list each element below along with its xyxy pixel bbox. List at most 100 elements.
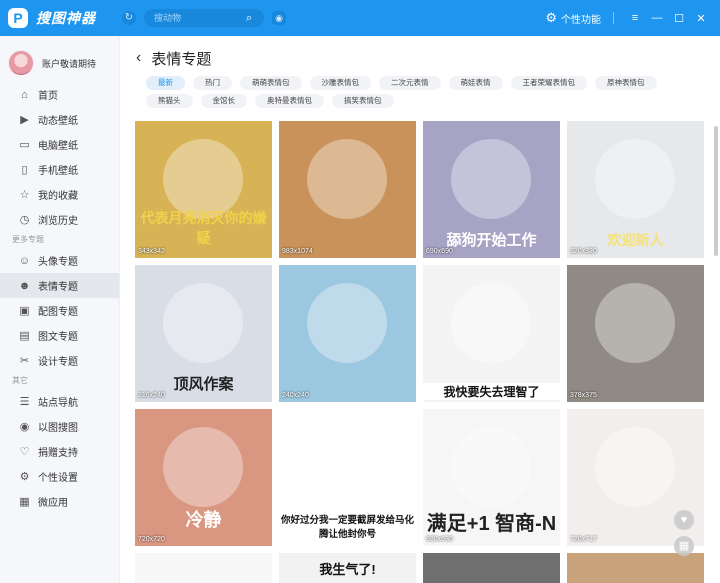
image-caption: 舔狗开始工作: [446, 232, 537, 249]
image-caption: 代表月亮消灭你的嫌疑: [140, 210, 267, 246]
sidebar-item-monitor[interactable]: ▭ 电脑壁纸: [0, 132, 119, 157]
sidebar-item-apps[interactable]: ▦ 微应用: [0, 489, 119, 514]
image-placeholder: [163, 427, 243, 507]
tag-1[interactable]: 热门: [193, 76, 232, 90]
maximize-button[interactable]: ☐: [668, 12, 690, 25]
tag-5[interactable]: 萌娃表情: [448, 76, 503, 90]
emoji-image-tile[interactable]: [567, 553, 704, 583]
search-input[interactable]: [154, 13, 246, 23]
emoji-image-tile[interactable]: 冷静 720x720: [135, 409, 272, 546]
search-icon[interactable]: ⌕: [246, 12, 252, 25]
emoji-image-tile[interactable]: 顶风作案 216x240: [135, 265, 272, 402]
image-resolution: 240x240: [282, 392, 309, 399]
tag-10[interactable]: 奥特曼表情包: [255, 94, 324, 108]
tag-3[interactable]: 沙雕表情包: [309, 76, 371, 90]
user-profile[interactable]: 账户敬请期待: [0, 36, 119, 82]
emoji-image-tile[interactable]: 240x240: [279, 265, 416, 402]
image-caption: 我快要失去理智了: [423, 383, 560, 400]
tag-2[interactable]: 萌萌表情包: [240, 76, 302, 90]
emoji-image-tile[interactable]: 代表月亮消灭你的嫌疑 343x342: [135, 121, 272, 258]
image-search-camera-icon[interactable]: ◉: [272, 11, 286, 25]
search-box[interactable]: ⌕: [144, 9, 264, 27]
image-caption: 冷静: [185, 510, 222, 530]
sidebar-item-design[interactable]: ✂ 设计专题: [0, 348, 119, 373]
sidebar-item-avatar[interactable]: ☺ 头像专题: [0, 248, 119, 273]
sidebar-item-video[interactable]: ▶ 动态壁纸: [0, 107, 119, 132]
emoji-image-tile[interactable]: 我生气了!: [279, 553, 416, 583]
emoji-image-tile[interactable]: 欢迎新人 320x320: [567, 121, 704, 258]
image-placeholder: [307, 283, 387, 363]
refresh-icon[interactable]: ↻: [122, 11, 136, 25]
tag-7[interactable]: 原神表情包: [595, 76, 657, 90]
title-bar: P 搜图神器 ↻ ⌕ ◉ ⚙ 个性功能 ≡ — ☐ ✕: [0, 0, 720, 36]
back-arrow-icon[interactable]: ‹: [136, 49, 141, 67]
apps-icon[interactable]: ▦: [674, 536, 694, 556]
image-placeholder: [451, 139, 531, 219]
sidebar-item-document[interactable]: ▤ 图文专题: [0, 323, 119, 348]
sidebar-item-clock[interactable]: ◷ 浏览历史: [0, 207, 119, 232]
video-icon: ▶: [20, 114, 29, 126]
emoji-image-tile[interactable]: 你好过分我一定要截屏发给马化腾让他封你号: [279, 409, 416, 546]
sidebar-item-phone[interactable]: ▯ 手机壁纸: [0, 157, 119, 182]
avatar[interactable]: [8, 50, 34, 76]
image-caption: 欢迎新人: [607, 232, 664, 248]
sidebar-item-star[interactable]: ☆ 我的收藏: [0, 182, 119, 207]
phone-icon: ▯: [21, 164, 28, 176]
menu-icon[interactable]: ≡: [624, 12, 646, 24]
sidebar-item-label: 设计专题: [38, 357, 78, 368]
heart-icon[interactable]: ♥: [674, 510, 694, 530]
sidebar-item-label: 站点导航: [38, 398, 78, 409]
emoji-image-tile[interactable]: 舔狗开始工作 690x690: [423, 121, 560, 258]
image-icon: ▣: [19, 305, 30, 317]
home-icon: ⌂: [21, 88, 28, 101]
apps-icon: ▦: [19, 496, 30, 508]
star-icon: ☆: [19, 189, 30, 201]
sidebar-item-emoji[interactable]: ☻ 表情专题: [0, 273, 119, 298]
gear-icon: ⚙: [545, 10, 557, 25]
tag-11[interactable]: 搞笑表情包: [332, 94, 394, 108]
sidebar-item-label: 微应用: [38, 498, 68, 509]
divider: [613, 12, 614, 24]
close-button[interactable]: ✕: [690, 12, 712, 25]
tag-8[interactable]: 熊猫头: [146, 94, 193, 108]
emoji-image-tile[interactable]: 我快要失去理智了: [423, 265, 560, 402]
sidebar-item-navigation[interactable]: ☰ 站点导航: [0, 389, 119, 414]
camera-icon: ◉: [19, 421, 30, 433]
emoji-image-tile[interactable]: [423, 553, 560, 583]
sidebar-item-label: 手机壁纸: [38, 166, 78, 177]
tag-0[interactable]: 最新: [146, 76, 185, 90]
scrollbar[interactable]: [714, 126, 718, 256]
personal-features-label: 个性功能: [561, 14, 601, 26]
settings-icon: ⚙: [19, 471, 30, 483]
sidebar-item-heart[interactable]: ♡ 捐赠支持: [0, 439, 119, 464]
image-resolution: 983x1074: [282, 248, 313, 255]
image-placeholder: [451, 283, 531, 363]
tag-9[interactable]: 金馆长: [200, 94, 247, 108]
image-caption: 顶风作案: [173, 376, 234, 393]
sidebar-item-label: 图文专题: [38, 332, 78, 343]
sidebar-item-camera[interactable]: ◉ 以图搜图: [0, 414, 119, 439]
sidebar-item-image[interactable]: ▣ 配图专题: [0, 298, 119, 323]
tag-4[interactable]: 二次元表情: [379, 76, 441, 90]
emoji-image-tile[interactable]: 983x1074: [279, 121, 416, 258]
image-placeholder: [595, 427, 675, 507]
image-resolution: 720x717: [570, 536, 597, 543]
sidebar-item-settings[interactable]: ⚙ 个性设置: [0, 464, 119, 489]
emoji-image-tile[interactable]: [135, 553, 272, 583]
image-placeholder: [307, 139, 387, 219]
sidebar-item-home[interactable]: ⌂ 首页: [0, 82, 119, 107]
image-resolution: 216x240: [138, 392, 165, 399]
minimize-button[interactable]: —: [646, 12, 668, 24]
navigation-icon: ☰: [19, 396, 30, 408]
document-icon: ▤: [19, 330, 30, 342]
emoji-image-tile[interactable]: 满足+1 智商-N 630x630: [423, 409, 560, 546]
tag-6[interactable]: 王者荣耀表情包: [510, 76, 587, 90]
sidebar-item-label: 浏览历史: [38, 216, 78, 227]
app-logo[interactable]: P 搜图神器: [8, 8, 96, 28]
emoji-image-tile[interactable]: 378x375: [567, 265, 704, 402]
image-resolution: 630x630: [426, 536, 453, 543]
emoji-icon: ☻: [18, 279, 31, 292]
sidebar-item-label: 我的收藏: [38, 191, 78, 202]
personal-features-button[interactable]: ⚙ 个性功能: [545, 10, 601, 26]
image-caption: 你好过分我一定要截屏发给马化腾让他封你号: [280, 515, 414, 540]
